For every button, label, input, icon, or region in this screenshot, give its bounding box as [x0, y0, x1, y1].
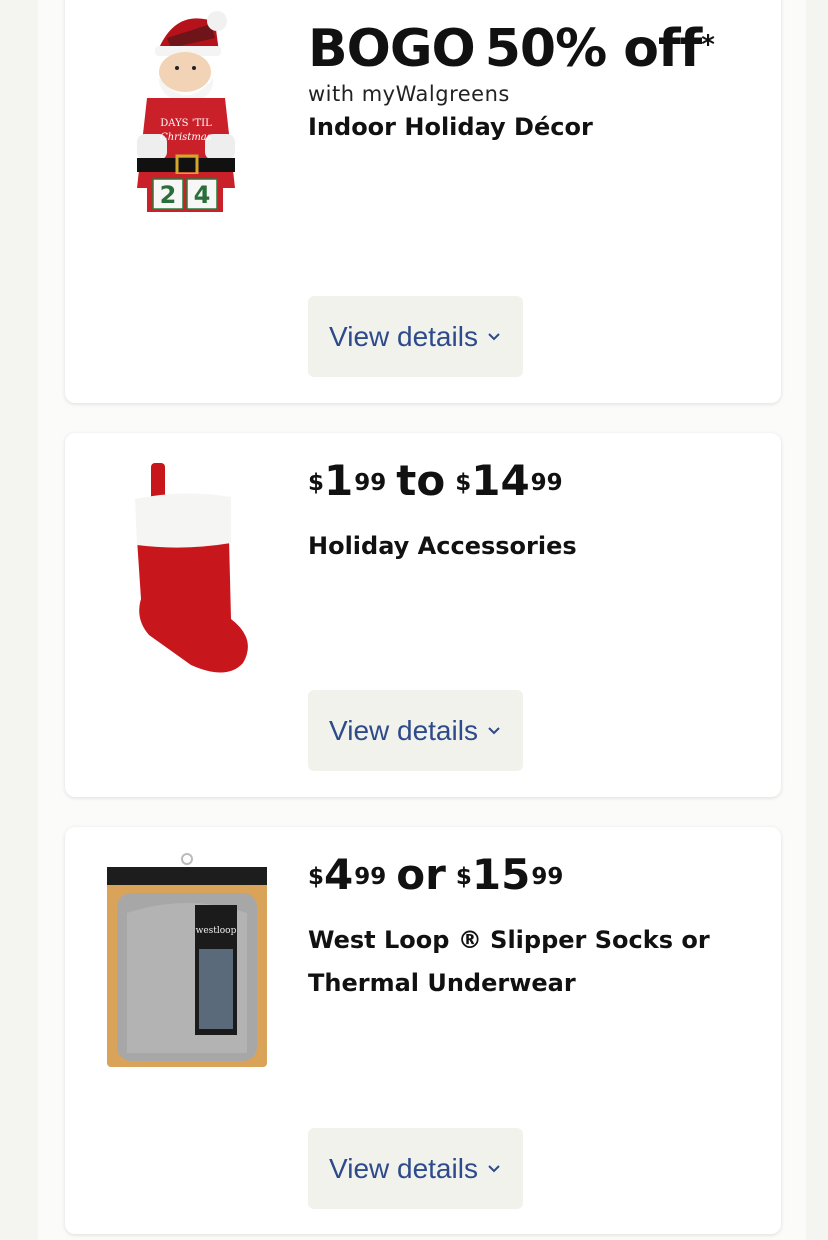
price-low-dollars: 1	[324, 456, 354, 505]
price-range: $199 to $1499	[308, 451, 751, 511]
calendar-digit-2: 4	[194, 181, 211, 209]
santa-countdown-image: DAYS 'TIL Christmas 2 4	[137, 11, 235, 212]
view-details-button[interactable]: View details	[308, 690, 523, 771]
loyalty-note: with myWalgreens	[308, 82, 510, 106]
view-details-button[interactable]: View details	[308, 1128, 523, 1209]
view-details-button[interactable]: View details	[308, 296, 523, 377]
price-high-cents: 99	[531, 864, 564, 890]
view-details-label: View details	[329, 714, 478, 746]
stocking-image	[135, 463, 248, 673]
offer-title-line-2: Thermal Underwear	[308, 969, 576, 997]
price-low-cents: 99	[354, 470, 387, 496]
price-high-dollars: 14	[471, 456, 530, 505]
offer-card-west-loop: westloop $499 or $1599 West Loop ® Slipper…	[65, 827, 781, 1234]
price-join: to	[396, 456, 446, 505]
deal-asterisk: *	[701, 30, 715, 60]
currency-symbol: $	[308, 864, 325, 890]
price-low-dollars: 4	[324, 850, 354, 899]
offer-info: $199 to $1499 Holiday Accessories	[308, 451, 751, 568]
currency-symbol: $	[308, 470, 325, 496]
offer-title: Indoor Holiday Décor	[308, 113, 593, 141]
view-details-label: View details	[329, 1152, 478, 1184]
deal-amount: 50% off	[484, 19, 703, 79]
offer-title: Holiday Accessories	[308, 532, 577, 560]
chevron-down-icon	[488, 726, 500, 734]
deal-headline: BOGO 50% off*	[308, 18, 751, 80]
price-join: or	[396, 850, 446, 899]
price-high-cents: 99	[530, 470, 563, 496]
offer-card-holiday-accessories: $199 to $1499 Holiday Accessories View det…	[65, 433, 781, 797]
chevron-down-icon	[488, 1164, 500, 1172]
offer-info: BOGO 50% off* with myWalgreens Indoor Hol…	[308, 18, 751, 149]
price-low-cents: 99	[354, 864, 387, 890]
price-high-dollars: 15	[471, 850, 531, 899]
calendar-text-christmas: Christmas	[160, 132, 212, 143]
currency-symbol: $	[455, 470, 472, 496]
price-options: $499 or $1599	[308, 845, 751, 905]
offer-title: West Loop ® Slipper Socks or Thermal Und…	[308, 919, 751, 1005]
chevron-down-icon	[488, 332, 500, 340]
offer-info: $499 or $1599 West Loop ® Slipper Socks or…	[308, 845, 751, 1005]
offer-card-holiday-decor: DAYS 'TIL Christmas 2 4 BOGO 50% off* wit…	[65, 0, 781, 403]
deal-prefix: BOGO	[308, 19, 476, 79]
view-details-label: View details	[329, 320, 478, 352]
package-brand: westloop	[196, 926, 237, 936]
calendar-digit-1: 2	[160, 181, 177, 209]
calendar-text-days: DAYS 'TIL	[160, 118, 212, 129]
thermal-package-image: westloop	[107, 853, 267, 1067]
currency-symbol: $	[455, 864, 472, 890]
offer-title-line-1: West Loop ® Slipper Socks or	[308, 926, 710, 954]
